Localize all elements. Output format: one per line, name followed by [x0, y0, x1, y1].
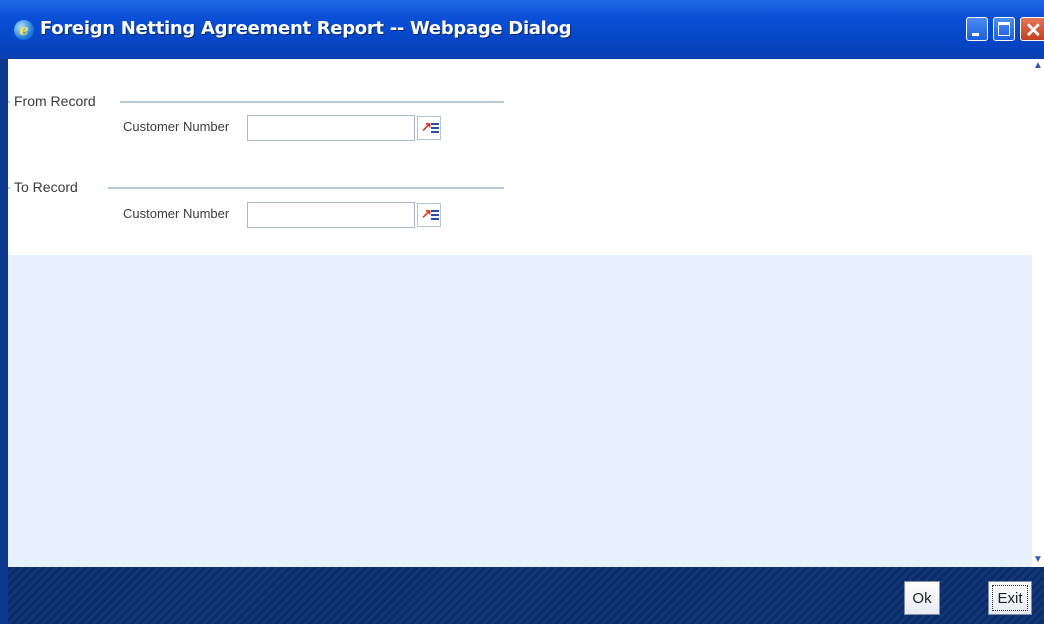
form-panel: From Record Customer Number ↗ To Record …	[8, 59, 1032, 255]
window-title: Foreign Netting Agreement Report -- Webp…	[40, 18, 572, 39]
close-button[interactable]: ✕	[1020, 17, 1044, 42]
dialog-footer: Ok Exit	[8, 567, 1044, 624]
section-title-to-record: To Record	[10, 179, 82, 195]
vertical-scrollbar[interactable]: ▲ ▼	[1032, 59, 1044, 567]
ok-button[interactable]: Ok	[904, 581, 940, 615]
window-left-border	[0, 59, 8, 624]
dialog-content: From Record Customer Number ↗ To Record …	[8, 59, 1032, 567]
section-title-from-record: From Record	[10, 93, 100, 109]
from-customer-number-label: Customer Number	[123, 119, 230, 134]
to-customer-lov-button[interactable]: ↗	[417, 203, 441, 227]
dialog-window: e Foreign Netting Agreement Report -- We…	[0, 0, 1044, 624]
scroll-up-arrow-icon[interactable]: ▲	[1032, 59, 1044, 73]
from-customer-lov-button[interactable]: ↗	[417, 116, 441, 140]
title-bar: e Foreign Netting Agreement Report -- We…	[0, 0, 1044, 59]
minimize-button[interactable]	[966, 17, 988, 41]
ie-browser-icon: e	[14, 20, 34, 40]
exit-button[interactable]: Exit	[988, 581, 1032, 615]
section-line-right	[120, 101, 504, 103]
maximize-button[interactable]	[993, 17, 1015, 41]
close-icon: ✕	[1025, 20, 1042, 42]
to-customer-number-input[interactable]	[247, 202, 415, 228]
section-line-right	[108, 187, 504, 189]
from-customer-number-input[interactable]	[247, 115, 415, 141]
to-customer-number-label: Customer Number	[123, 206, 230, 221]
scroll-down-arrow-icon[interactable]: ▼	[1032, 553, 1044, 567]
